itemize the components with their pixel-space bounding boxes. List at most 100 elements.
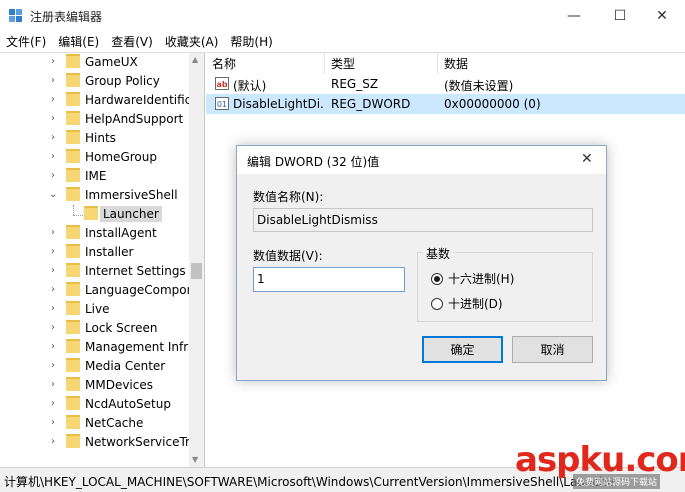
menu-help[interactable]: 帮助(H)	[230, 33, 272, 50]
menu-edit[interactable]: 编辑(E)	[58, 33, 99, 50]
expand-arrow-icon[interactable]: ›	[49, 341, 57, 352]
tree-item[interactable]: › MMDevices	[0, 375, 190, 394]
folder-icon	[66, 149, 80, 163]
expand-arrow-icon[interactable]: ›	[49, 360, 57, 371]
menu-file[interactable]: 文件(F)	[6, 33, 46, 50]
expand-arrow-icon[interactable]: ›	[49, 322, 57, 333]
tree-item[interactable]: › LanguageCompone	[0, 280, 202, 299]
tree-item-label: Group Policy	[85, 73, 160, 88]
expand-arrow-icon[interactable]: ›	[49, 151, 57, 162]
expand-arrow-icon[interactable]: ›	[49, 417, 57, 428]
tree-item-label: InstallAgent	[85, 225, 157, 240]
binary-value-icon: 01	[215, 97, 229, 110]
tree-item[interactable]: › HelpAndSupport	[0, 109, 190, 128]
scroll-down-icon[interactable]: ▼	[192, 455, 198, 464]
expand-arrow-icon[interactable]: ›	[49, 398, 57, 409]
folder-icon	[66, 434, 80, 448]
tree-item[interactable]: › GameUX	[0, 53, 190, 71]
tree-item[interactable]: › HardwareIdentifica	[0, 90, 199, 109]
collapse-arrow-icon[interactable]: ⌄	[49, 189, 57, 200]
radio-decimal[interactable]: 十进制(D)	[431, 295, 503, 312]
tree-item[interactable]: › Lock Screen	[0, 318, 190, 337]
folder-icon	[66, 130, 80, 144]
tree-item-label: LanguageCompone	[85, 282, 202, 297]
column-header-data[interactable]: 数据	[438, 53, 685, 74]
expand-arrow-icon[interactable]: ›	[49, 436, 57, 447]
value-row[interactable]: 01 DisableLightDi... REG_DWORD 0x0000000…	[206, 94, 685, 114]
expand-arrow-icon[interactable]: ›	[49, 170, 57, 181]
minimize-button[interactable]: —	[551, 0, 597, 31]
menu-favorites[interactable]: 收藏夹(A)	[165, 33, 219, 50]
tree-item[interactable]: › NetCache	[0, 413, 190, 432]
radio-checked-icon[interactable]	[431, 272, 443, 285]
folder-icon	[66, 111, 80, 125]
column-header-name[interactable]: 名称	[206, 53, 325, 74]
scroll-up-icon[interactable]: ▲	[192, 55, 198, 64]
tree-item[interactable]: › Live	[0, 299, 190, 318]
window-title: 注册表编辑器	[30, 10, 103, 24]
ok-button[interactable]: 确定	[422, 336, 503, 363]
tree-item[interactable]: › NetworkServiceTrig	[0, 432, 201, 451]
tree-item-label: GameUX	[85, 54, 138, 69]
tree-item[interactable]: › InstallAgent	[0, 223, 190, 242]
expand-arrow-icon[interactable]: ›	[49, 75, 57, 86]
expand-arrow-icon[interactable]: ›	[49, 56, 57, 67]
tree-item[interactable]: › Hints	[0, 128, 190, 147]
expand-arrow-icon[interactable]: ›	[49, 94, 57, 105]
folder-icon	[66, 358, 80, 372]
cancel-button[interactable]: 取消	[512, 336, 593, 363]
menu-view[interactable]: 查看(V)	[111, 33, 153, 50]
close-button[interactable]: ✕	[639, 0, 685, 31]
value-name-label: 数值名称(N):	[253, 190, 324, 204]
key-tree[interactable]: › GameUX › Group Policy › HardwareIdentifica ›…	[0, 52, 205, 467]
radio-unchecked-icon[interactable]	[431, 297, 443, 310]
folder-icon	[66, 244, 80, 258]
tree-item-label: NetworkServiceTrig	[85, 434, 201, 449]
folder-icon	[84, 206, 98, 220]
radio-hexadecimal-label: 十六进制(H)	[448, 272, 515, 286]
expand-arrow-icon[interactable]: ›	[49, 227, 57, 238]
value-data: (数值未设置)	[444, 79, 514, 93]
site-watermark-logo: aspku.com 免费网站源码下载站	[515, 440, 685, 492]
base-label: 基数	[423, 245, 454, 262]
expand-arrow-icon[interactable]: ›	[49, 284, 57, 295]
expand-arrow-icon[interactable]: ›	[49, 379, 57, 390]
tree-item[interactable]: › Management Infra	[0, 337, 196, 356]
tree-item-label: NcdAutoSetup	[85, 396, 171, 411]
radio-hexadecimal[interactable]: 十六进制(H)	[431, 270, 514, 287]
tree-item[interactable]: Launcher	[0, 204, 190, 223]
folder-icon	[66, 320, 80, 334]
maximize-button[interactable]: ☐	[597, 0, 643, 31]
folder-icon	[66, 168, 80, 182]
tree-item[interactable]: ⌄ ImmersiveShell	[0, 185, 190, 204]
tree-item-label: HelpAndSupport	[85, 111, 184, 126]
tree-item-label: Hints	[85, 130, 116, 145]
tree-item[interactable]: › Installer	[0, 242, 190, 261]
string-value-icon: ab	[215, 77, 229, 90]
folder-icon	[66, 263, 80, 277]
value-row[interactable]: ab (默认) REG_SZ (数值未设置)	[206, 74, 685, 94]
tree-item[interactable]: › Media Center	[0, 356, 190, 375]
expand-arrow-icon[interactable]: ›	[49, 113, 57, 124]
folder-icon	[66, 282, 80, 296]
tree-item[interactable]: › HomeGroup	[0, 147, 190, 166]
scrollbar-thumb[interactable]	[191, 263, 202, 279]
tree-item-label: NetCache	[85, 415, 144, 430]
registry-editor-icon	[9, 9, 22, 22]
expand-arrow-icon[interactable]: ›	[49, 265, 57, 276]
dialog-close-button[interactable]: ✕	[581, 151, 593, 167]
tree-scrollbar[interactable]: ▲ ▼	[189, 53, 204, 467]
expand-arrow-icon[interactable]: ›	[49, 132, 57, 143]
column-header-type[interactable]: 类型	[325, 53, 438, 74]
expand-arrow-icon[interactable]: ›	[49, 246, 57, 257]
tree-item[interactable]: › Internet Settings	[0, 261, 190, 280]
expand-arrow-icon[interactable]: ›	[49, 303, 57, 314]
tree-item[interactable]: › IME	[0, 166, 190, 185]
tree-item-label: HardwareIdentifica	[85, 92, 199, 107]
folder-icon	[66, 415, 80, 429]
value-type: REG_SZ	[331, 77, 379, 91]
tree-item[interactable]: › NcdAutoSetup	[0, 394, 190, 413]
value-data-input[interactable]: 1	[253, 267, 405, 292]
tree-item[interactable]: › Group Policy	[0, 71, 190, 90]
folder-icon	[66, 73, 80, 87]
